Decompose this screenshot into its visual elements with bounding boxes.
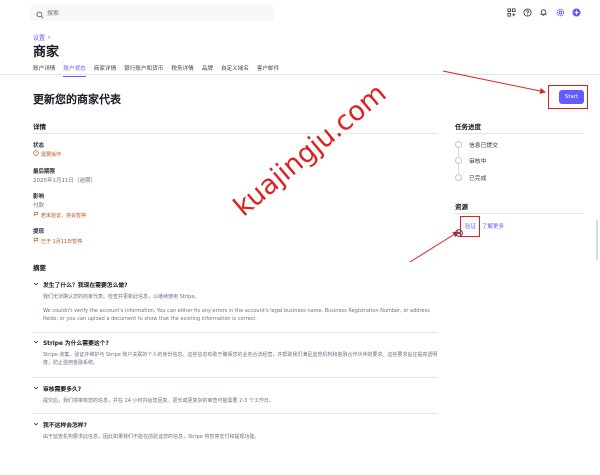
- resources-divider: [455, 213, 584, 214]
- step-dot: [455, 141, 462, 148]
- faq-answer: 我们无法确认您的商家代表。检查并更新此信息，以继续使用 Stripe。 We c…: [33, 294, 438, 323]
- faq-answer-text: 由于监管机构要求此信息，因此如果我们不能在前验证您的信息，Stripe 将暂停支…: [43, 434, 260, 440]
- gear-icon[interactable]: [555, 7, 565, 17]
- step-label: 审核中: [469, 159, 487, 165]
- annotation-box-verify: [460, 216, 480, 237]
- payout-warning-text: 已于 1月11日暂停: [41, 238, 83, 245]
- chevron-down-icon: [33, 385, 39, 393]
- chevron-down-icon: [33, 281, 39, 289]
- faq-divider: [33, 332, 438, 333]
- tab-custom-domain[interactable]: 自定义域名: [221, 64, 249, 77]
- faq-question-text: Stripe 为什么需要这个?: [43, 341, 109, 347]
- progress-title: 任务进度: [455, 123, 481, 131]
- step-completed: 已完成: [455, 173, 486, 182]
- status-value: 需要操作: [41, 151, 62, 158]
- breadcrumb-separator: ›: [48, 34, 51, 41]
- warning-icon: [33, 150, 39, 158]
- faq-what-if-not: 我不这样会怎样? 由于监管机构要求此信息，因此如果我们不能在前验证您的信息，St…: [33, 420, 438, 442]
- tabs-divider: [0, 74, 600, 75]
- search-bar[interactable]: [30, 5, 274, 21]
- faq-question-text: 审核需要多久?: [43, 387, 82, 393]
- add-icon[interactable]: [571, 7, 581, 17]
- scrollbar[interactable]: [596, 220, 598, 260]
- faq-answer-text: Stripe 收集、验证并维护与 Stripe 账户关联的个人的身份信息。这些信…: [43, 352, 438, 366]
- faq-answer-en: We couldn't verify the account's informa…: [43, 307, 430, 322]
- faq-question[interactable]: 审核需要多久?: [33, 384, 438, 393]
- payout-label: 提现: [33, 229, 45, 235]
- faq-divider: [33, 377, 438, 378]
- faq-question-text: 我不这样会怎样?: [43, 423, 87, 429]
- impact-label: 影响: [33, 194, 45, 200]
- tab-account-details[interactable]: 账户详情: [33, 64, 55, 77]
- faq-answer: 由于监管机构要求此信息，因此如果我们不能在前验证您的信息，Stripe 将暂停支…: [33, 434, 438, 442]
- impact-value: 付款: [33, 203, 45, 209]
- flag-icon: [33, 237, 39, 245]
- step-reviewing: 审核中: [455, 156, 486, 165]
- faq-question[interactable]: Stripe 为什么需要这个?: [33, 338, 438, 347]
- summary-title: 摘要: [33, 264, 46, 272]
- faq-question-text: 发生了什么？我现在需要怎么做?: [43, 283, 128, 289]
- faq-answer: 提交后，我们将审核您的信息，并在 24 小时内给您回复。更长或更复杂的审查可能需…: [33, 398, 438, 406]
- faq-answer-text: 提交后，我们将审核您的信息，并在 24 小时内给您回复。更长或更复杂的审查可能需…: [43, 398, 274, 404]
- tab-business-details[interactable]: 商家详情: [94, 64, 116, 77]
- step-label: 已完成: [469, 176, 487, 182]
- status-label: 状态: [33, 143, 45, 149]
- watermark: kuajingju.com: [228, 77, 393, 223]
- faq-divider: [33, 413, 438, 414]
- resources-title: 资源: [455, 203, 468, 211]
- impact-warning-text: 若未验证，将会暂停: [41, 212, 87, 219]
- faq-question[interactable]: 发生了什么？我现在需要怎么做?: [33, 280, 438, 289]
- faq-what-happened: 发生了什么？我现在需要怎么做? 我们无法确认您的商家代表。检查并更新此信息，以继…: [33, 280, 438, 323]
- step-dot: [455, 157, 462, 164]
- step-label: 信息已提交: [469, 143, 498, 149]
- faq-answer: Stripe 收集、验证并维护与 Stripe 账户关联的个人的身份信息。这些信…: [33, 352, 438, 368]
- tab-customer-emails[interactable]: 客户邮件: [257, 64, 279, 77]
- tab-tax-details[interactable]: 税务详情: [171, 64, 193, 77]
- section-heading: 更新您的商家代表: [33, 93, 121, 106]
- search-input[interactable]: [47, 9, 247, 17]
- tab-bar: 账户详情 账户状态 商家详情 银行账户和货币 税务详情 品牌 自定义域名 客户邮…: [33, 64, 287, 77]
- progress-divider: [455, 133, 584, 134]
- faq-why-needed: Stripe 为什么需要这个? Stripe 收集、验证并维护与 Stripe …: [33, 338, 438, 368]
- page-title: 商家: [33, 45, 60, 60]
- arrow-to-verify: [409, 231, 459, 263]
- impact-warning: 若未验证，将会暂停: [33, 211, 86, 219]
- deadline-label: 最后期限: [33, 169, 56, 175]
- help-icon[interactable]: [522, 7, 532, 17]
- step-submitted: 信息已提交: [455, 140, 498, 149]
- faq-question[interactable]: 我不这样会怎样?: [33, 420, 438, 429]
- status-badge: 需要操作: [33, 150, 61, 158]
- search-icon: [36, 4, 44, 23]
- tab-bank-accounts[interactable]: 银行账户和货币: [124, 64, 163, 77]
- deadline-value: 2025年1月11日（逾期）: [33, 178, 96, 184]
- tab-branding[interactable]: 品牌: [202, 64, 213, 77]
- apps-icon[interactable]: [506, 7, 516, 17]
- chevron-down-icon: [33, 421, 39, 429]
- start-button[interactable]: Start: [559, 90, 584, 104]
- learn-more-link[interactable]: 了解更多: [482, 222, 504, 230]
- details-divider: [33, 133, 438, 134]
- bell-icon[interactable]: [538, 7, 548, 17]
- flag-icon: [33, 211, 39, 219]
- faq-answer-zh: 我们无法确认您的商家代表。检查并更新此信息，以继续使用 Stripe。: [43, 294, 200, 300]
- chevron-down-icon: [33, 339, 39, 347]
- payout-warning: 已于 1月11日暂停: [33, 237, 82, 245]
- faq-review-time: 审核需要多久? 提交后，我们将审核您的信息，并在 24 小时内给您回复。更长或更…: [33, 384, 438, 406]
- tab-account-status[interactable]: 账户状态: [63, 64, 86, 77]
- step-dot: [455, 174, 462, 181]
- details-title: 详情: [33, 123, 46, 131]
